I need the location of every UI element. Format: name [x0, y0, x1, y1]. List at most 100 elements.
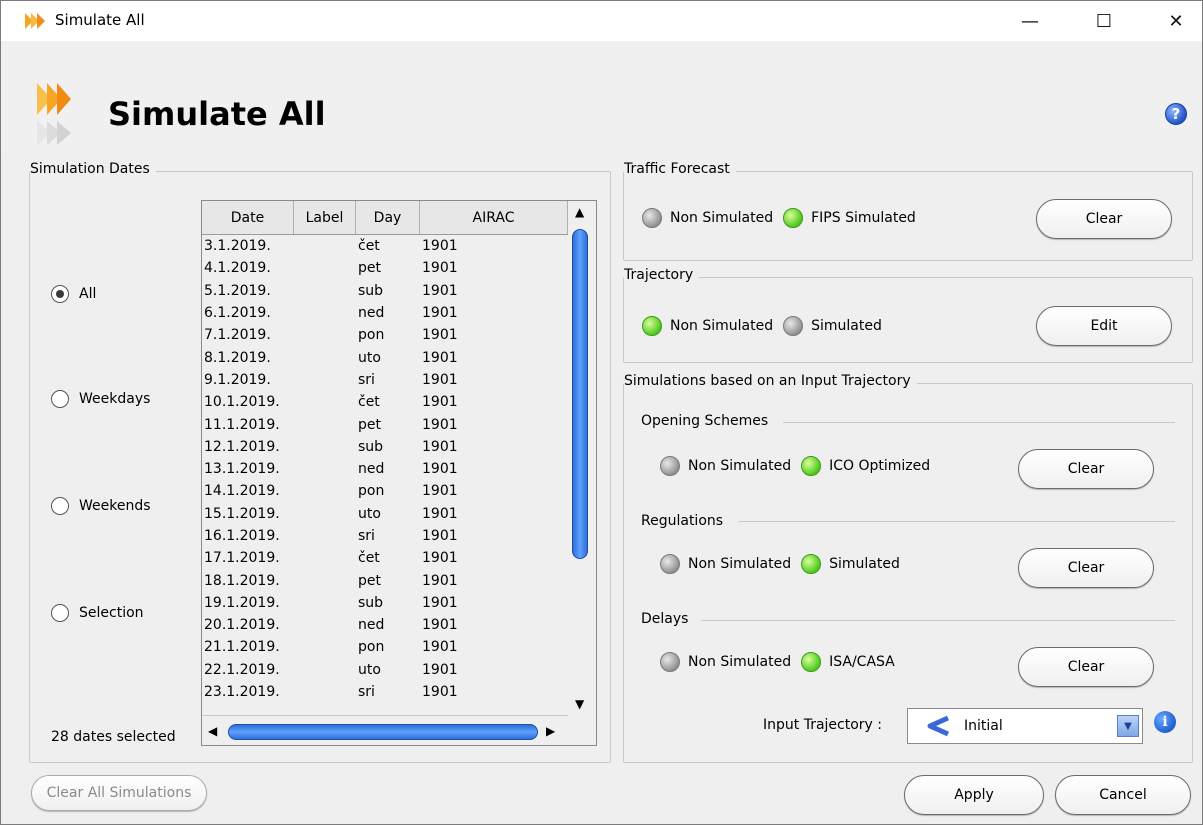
table-row[interactable]: 14.1.2019. pon 1901 [202, 480, 568, 502]
table-row[interactable]: 15.1.2019. uto 1901 [202, 503, 568, 525]
dates-selected-count: 28 dates selected [51, 729, 176, 745]
table-row[interactable]: 23.1.2019. sri 1901 [202, 681, 568, 703]
column-header-day[interactable]: Day [356, 201, 420, 234]
cell-date: 19.1.2019. [204, 594, 280, 611]
regulations-clear-button[interactable]: Clear [1018, 548, 1154, 588]
regulations-title: Regulations [641, 513, 724, 529]
page-title: Simulate All [108, 95, 326, 133]
table-row[interactable]: 11.1.2019. pet 1901 [202, 413, 568, 435]
status-label: Non Simulated [688, 556, 792, 572]
maximize-icon: ☐ [1095, 10, 1113, 32]
table-row[interactable]: 19.1.2019. sub 1901 [202, 592, 568, 614]
table-row[interactable]: 12.1.2019. sub 1901 [202, 436, 568, 458]
chevron-down-icon[interactable]: ▼ [1117, 715, 1139, 737]
cell-date: 16.1.2019. [204, 528, 280, 544]
table-header: Date Label Day AIRAC [202, 201, 568, 235]
maximize-button[interactable]: ☐ [1081, 1, 1127, 41]
table-row[interactable]: 16.1.2019. sri 1901 [202, 525, 568, 547]
traffic-forecast-clear-button[interactable]: Clear [1036, 199, 1172, 239]
table-row[interactable]: 10.1.2019. čet 1901 [202, 391, 568, 413]
table-row[interactable]: 17.1.2019. čet 1901 [202, 547, 568, 569]
cancel-button[interactable]: Cancel [1055, 775, 1191, 815]
table-row[interactable]: 20.1.2019. ned 1901 [202, 614, 568, 636]
status-label: ISA/CASA [829, 654, 895, 670]
table-row[interactable]: 5.1.2019. sub 1901 [202, 280, 568, 302]
dates-table[interactable]: Date Label Day AIRAC 3.1.2019. čet 1901 4.1… [201, 200, 597, 746]
cell-airac: 1901 [422, 282, 458, 299]
trajectory-edit-button[interactable]: Edit [1036, 306, 1172, 346]
scroll-up-icon[interactable]: ▲ [575, 205, 584, 219]
cell-airac: 1901 [422, 327, 458, 344]
input-trajectory-simulations-title: Simulations based on an Input Trajectory [624, 373, 917, 389]
cell-day: čet [358, 238, 380, 255]
cell-day: uto [358, 349, 381, 366]
scroll-left-icon[interactable]: ◀ [208, 724, 217, 738]
close-button[interactable]: ✕ [1153, 1, 1199, 41]
help-icon[interactable]: ? [1165, 103, 1187, 125]
cell-date: 5.1.2019. [204, 282, 271, 299]
cell-date: 8.1.2019. [204, 349, 271, 366]
table-row[interactable]: 7.1.2019. pon 1901 [202, 324, 568, 346]
column-header-date[interactable]: Date [202, 201, 294, 234]
cell-airac: 1901 [422, 684, 458, 701]
cell-day: uto [358, 505, 381, 522]
table-row[interactable]: 22.1.2019. uto 1901 [202, 659, 568, 681]
cell-date: 13.1.2019. [204, 461, 280, 478]
simulate-all-icon [25, 13, 45, 29]
radio-button[interactable] [51, 285, 69, 303]
radio-button[interactable] [51, 390, 69, 408]
table-row[interactable]: 3.1.2019. čet 1901 [202, 235, 568, 257]
opening-schemes-clear-button[interactable]: Clear [1018, 449, 1154, 489]
status-label: Non Simulated [670, 210, 774, 226]
radio-button[interactable] [51, 497, 69, 515]
table-row[interactable]: 13.1.2019. ned 1901 [202, 458, 568, 480]
radio-button[interactable] [51, 604, 69, 622]
status-led-gray-icon [783, 316, 804, 336]
table-row[interactable]: 4.1.2019. pet 1901 [202, 257, 568, 279]
radio-weekdays[interactable]: Weekdays [51, 390, 150, 408]
cell-day: sub [358, 438, 384, 455]
cell-date: 6.1.2019. [204, 305, 271, 322]
cell-airac: 1901 [422, 238, 458, 255]
vertical-scrollbar[interactable]: ▲ ▼ [568, 201, 596, 715]
clear-all-simulations-button[interactable]: Clear All Simulations [31, 775, 207, 811]
cell-day: pon [358, 483, 385, 500]
cell-day: sri [358, 684, 375, 701]
cell-day: čet [358, 550, 380, 567]
regulations-status: Non Simulated Simulated [660, 554, 910, 574]
cell-airac: 1901 [422, 305, 458, 322]
column-header-airac[interactable]: AIRAC [420, 201, 568, 234]
radio-weekends[interactable]: Weekends [51, 497, 151, 515]
status-label: Non Simulated [670, 318, 774, 334]
column-header-label[interactable]: Label [294, 201, 356, 234]
horizontal-scroll-thumb[interactable] [228, 724, 538, 740]
scroll-right-icon[interactable]: ▶ [546, 724, 555, 738]
apply-button[interactable]: Apply [904, 775, 1044, 815]
vertical-scroll-thumb[interactable] [572, 229, 588, 559]
table-row[interactable]: 6.1.2019. ned 1901 [202, 302, 568, 324]
scroll-down-icon[interactable]: ▼ [575, 697, 584, 711]
cell-day: pet [358, 416, 381, 433]
radio-selection[interactable]: Selection [51, 604, 144, 622]
table-row[interactable]: 18.1.2019. pet 1901 [202, 569, 568, 591]
info-icon[interactable]: i [1154, 711, 1176, 733]
minimize-button[interactable]: — [1007, 1, 1053, 41]
cell-day: ned [358, 305, 385, 322]
simulate-all-logo-icon [37, 83, 71, 145]
status-led-gray-icon [660, 554, 680, 574]
status-label: Non Simulated [688, 458, 792, 474]
cell-date: 23.1.2019. [204, 684, 280, 701]
status-label: ICO Optimized [829, 458, 931, 474]
delays-title: Delays [641, 611, 689, 627]
table-row[interactable]: 8.1.2019. uto 1901 [202, 346, 568, 368]
horizontal-scrollbar[interactable]: ◀ ▶ [202, 715, 568, 745]
radio-label: Weekends [79, 498, 151, 514]
delays-clear-button[interactable]: Clear [1018, 647, 1154, 687]
radio-all[interactable]: All [51, 285, 96, 303]
table-row[interactable]: 9.1.2019. sri 1901 [202, 369, 568, 391]
cell-airac: 1901 [422, 617, 458, 634]
table-row[interactable]: 21.1.2019. pon 1901 [202, 636, 568, 658]
cell-airac: 1901 [422, 550, 458, 567]
input-trajectory-select[interactable]: Initial ▼ [907, 708, 1143, 744]
table-body: 3.1.2019. čet 1901 4.1.2019. pet 1901 5.1.2019… [202, 235, 568, 713]
